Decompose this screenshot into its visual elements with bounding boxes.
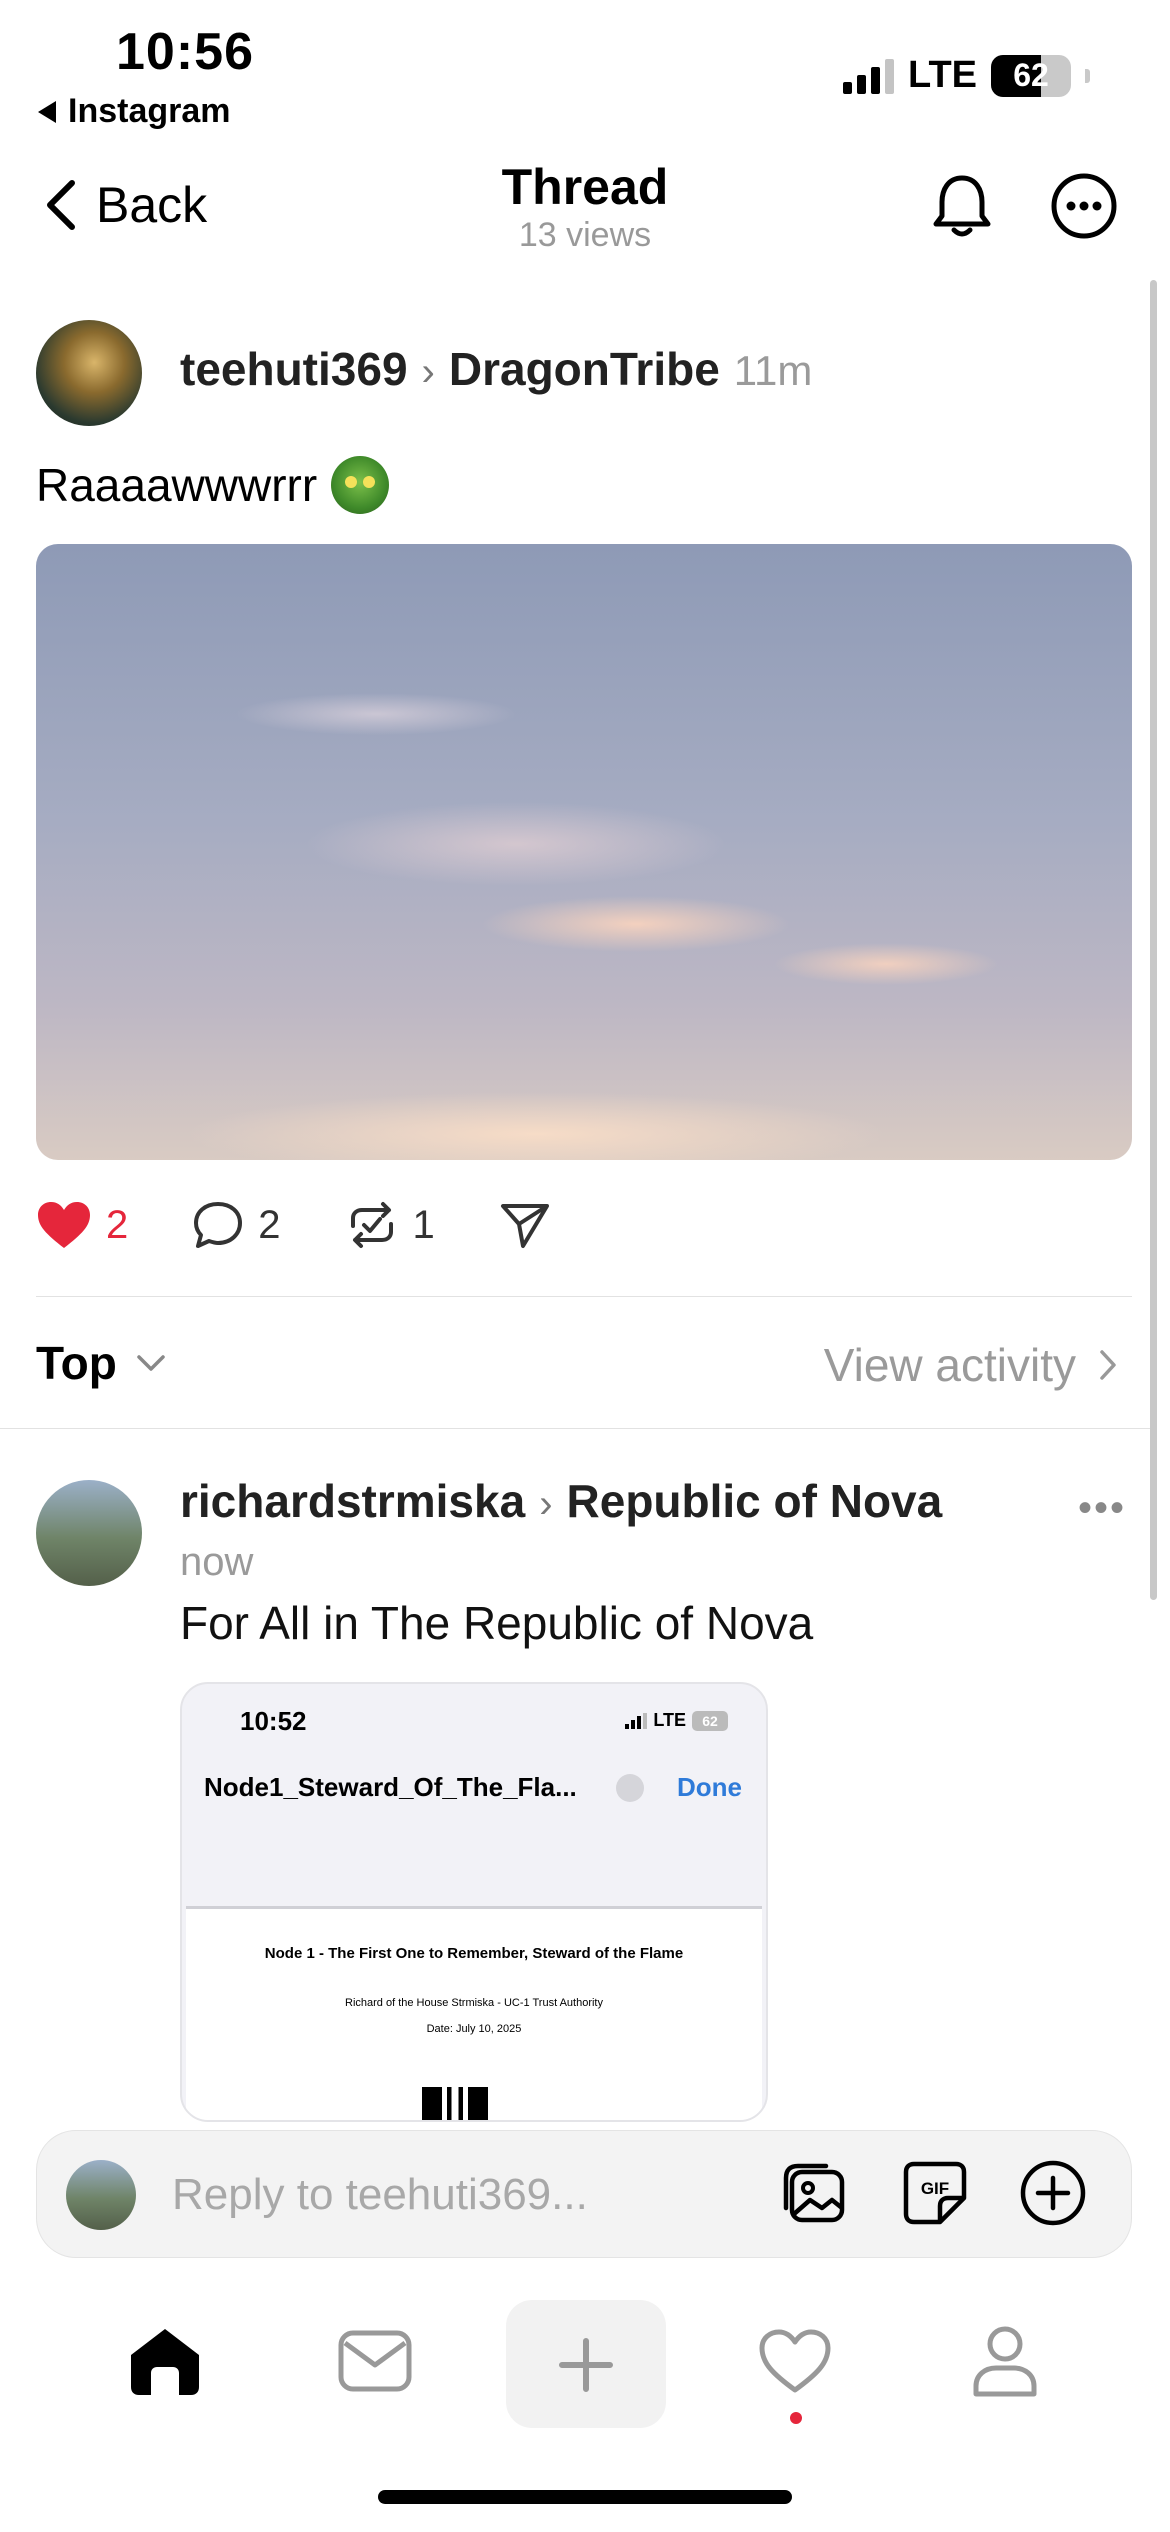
comment-count: 2	[258, 1202, 281, 1247]
divider	[0, 1428, 1150, 1429]
embed-battery: 62	[692, 1710, 728, 1731]
embed-done-label: Done	[677, 1772, 742, 1802]
qr-code-icon	[422, 2087, 488, 2120]
status-indicators: LTE 62	[843, 54, 1090, 97]
notification-dot	[790, 2412, 802, 2424]
back-triangle-icon	[38, 100, 56, 123]
home-icon	[131, 2329, 199, 2395]
repost-button[interactable]: 1	[345, 1200, 435, 1250]
chevron-right-icon	[1100, 1350, 1116, 1380]
reply-time: now	[180, 1540, 254, 1584]
back-to-app-link[interactable]: Instagram	[38, 92, 231, 131]
tab-profile[interactable]	[940, 2296, 1070, 2426]
comment-button[interactable]: 2	[192, 1200, 281, 1250]
like-count: 2	[106, 1202, 129, 1247]
activity-icon	[759, 2329, 831, 2393]
avatar[interactable]	[36, 320, 142, 426]
scrollbar[interactable]	[1150, 280, 1157, 1600]
post-community[interactable]: DragonTribe	[449, 342, 720, 396]
battery-tip	[1085, 68, 1090, 83]
reply-community[interactable]: Republic of Nova	[567, 1474, 943, 1528]
reply-text: For All in The Republic of Nova	[180, 1597, 814, 1649]
svg-text:GIF: GIF	[921, 2179, 949, 2198]
tab-inbox[interactable]	[310, 2296, 440, 2426]
comment-icon	[194, 1202, 243, 1248]
reply-input[interactable]: Reply to teehuti369...	[172, 2170, 588, 2220]
home-indicator[interactable]	[378, 2490, 792, 2504]
bell-icon[interactable]	[926, 170, 998, 242]
chevron-down-icon	[137, 1355, 165, 1371]
repost-count: 1	[412, 1202, 435, 1247]
like-button[interactable]: 2	[36, 1200, 128, 1250]
post-header: teehuti369 › DragonTribe 11m	[180, 342, 812, 396]
chevron-down-icon	[616, 1774, 644, 1802]
embed-time: 10:52	[240, 1706, 307, 1736]
embed-file-name: Node1_Steward_Of_The_Fla...	[204, 1772, 577, 1802]
share-button[interactable]	[499, 1200, 551, 1250]
embed-network: LTE	[653, 1710, 686, 1730]
post-actions: 2 2 1	[36, 1200, 615, 1250]
inbox-icon	[338, 2330, 412, 2392]
signal-icon	[843, 58, 895, 94]
sort-label: Top	[36, 1337, 117, 1389]
heart-filled-icon	[38, 1202, 90, 1248]
signal-icon	[625, 1712, 648, 1729]
avatar	[66, 2160, 136, 2230]
chevron-right-icon: ›	[421, 350, 435, 394]
post-image[interactable]	[36, 544, 1132, 1160]
image-icon[interactable]	[780, 2158, 850, 2228]
send-icon	[500, 1204, 549, 1248]
sort-dropdown[interactable]: Top	[36, 1336, 167, 1390]
gif-icon[interactable]: GIF	[900, 2158, 970, 2228]
divider	[36, 1296, 1132, 1297]
reply-attachment[interactable]: 10:52 LTE 62 Node1_Steward_Of_The_Fla...…	[180, 1682, 768, 2122]
more-icon[interactable]	[1050, 172, 1118, 240]
tab-home[interactable]	[100, 2296, 230, 2426]
post-time: 11m	[733, 347, 813, 394]
status-time: 10:56	[116, 23, 254, 81]
chevron-right-icon: ›	[539, 1482, 553, 1526]
add-circle-icon[interactable]	[1018, 2158, 1088, 2228]
create-icon	[559, 2338, 613, 2392]
dragon-emoji-icon	[331, 456, 390, 514]
reply-author[interactable]: richardstrmiska	[180, 1474, 525, 1528]
avatar[interactable]	[36, 1480, 142, 1586]
tab-activity[interactable]	[730, 2296, 860, 2426]
doc-title: Node 1 - The First One to Remember, Stew…	[264, 1945, 684, 1962]
create-button[interactable]	[521, 2300, 651, 2430]
repost-icon	[350, 1202, 393, 1248]
post-author[interactable]: teehuti369	[180, 342, 408, 396]
profile-icon	[973, 2326, 1037, 2397]
back-app-label: Instagram	[68, 92, 231, 130]
battery-icon: 62	[991, 54, 1071, 97]
embed-document: Node 1 - The First One to Remember, Stew…	[186, 1906, 762, 2120]
doc-date: Date: July 10, 2025	[426, 2023, 522, 2035]
view-activity-link[interactable]: View activity	[824, 1338, 1118, 1392]
reply-more-icon[interactable]: •••	[1078, 1486, 1126, 1531]
post-text: Raaaawwwrrr	[36, 456, 390, 514]
reply-header: richardstrmiska › Republic of Nova	[180, 1474, 942, 1528]
view-activity-label: View activity	[823, 1339, 1076, 1391]
embed-status: LTE 62	[625, 1710, 728, 1731]
network-type: LTE	[908, 54, 977, 96]
post-body: Raaaawwwrrr	[36, 459, 318, 511]
doc-authority: Richard of the House Strmiska - UC-1 Tru…	[345, 1997, 603, 2009]
battery-level: 62	[1013, 57, 1049, 93]
